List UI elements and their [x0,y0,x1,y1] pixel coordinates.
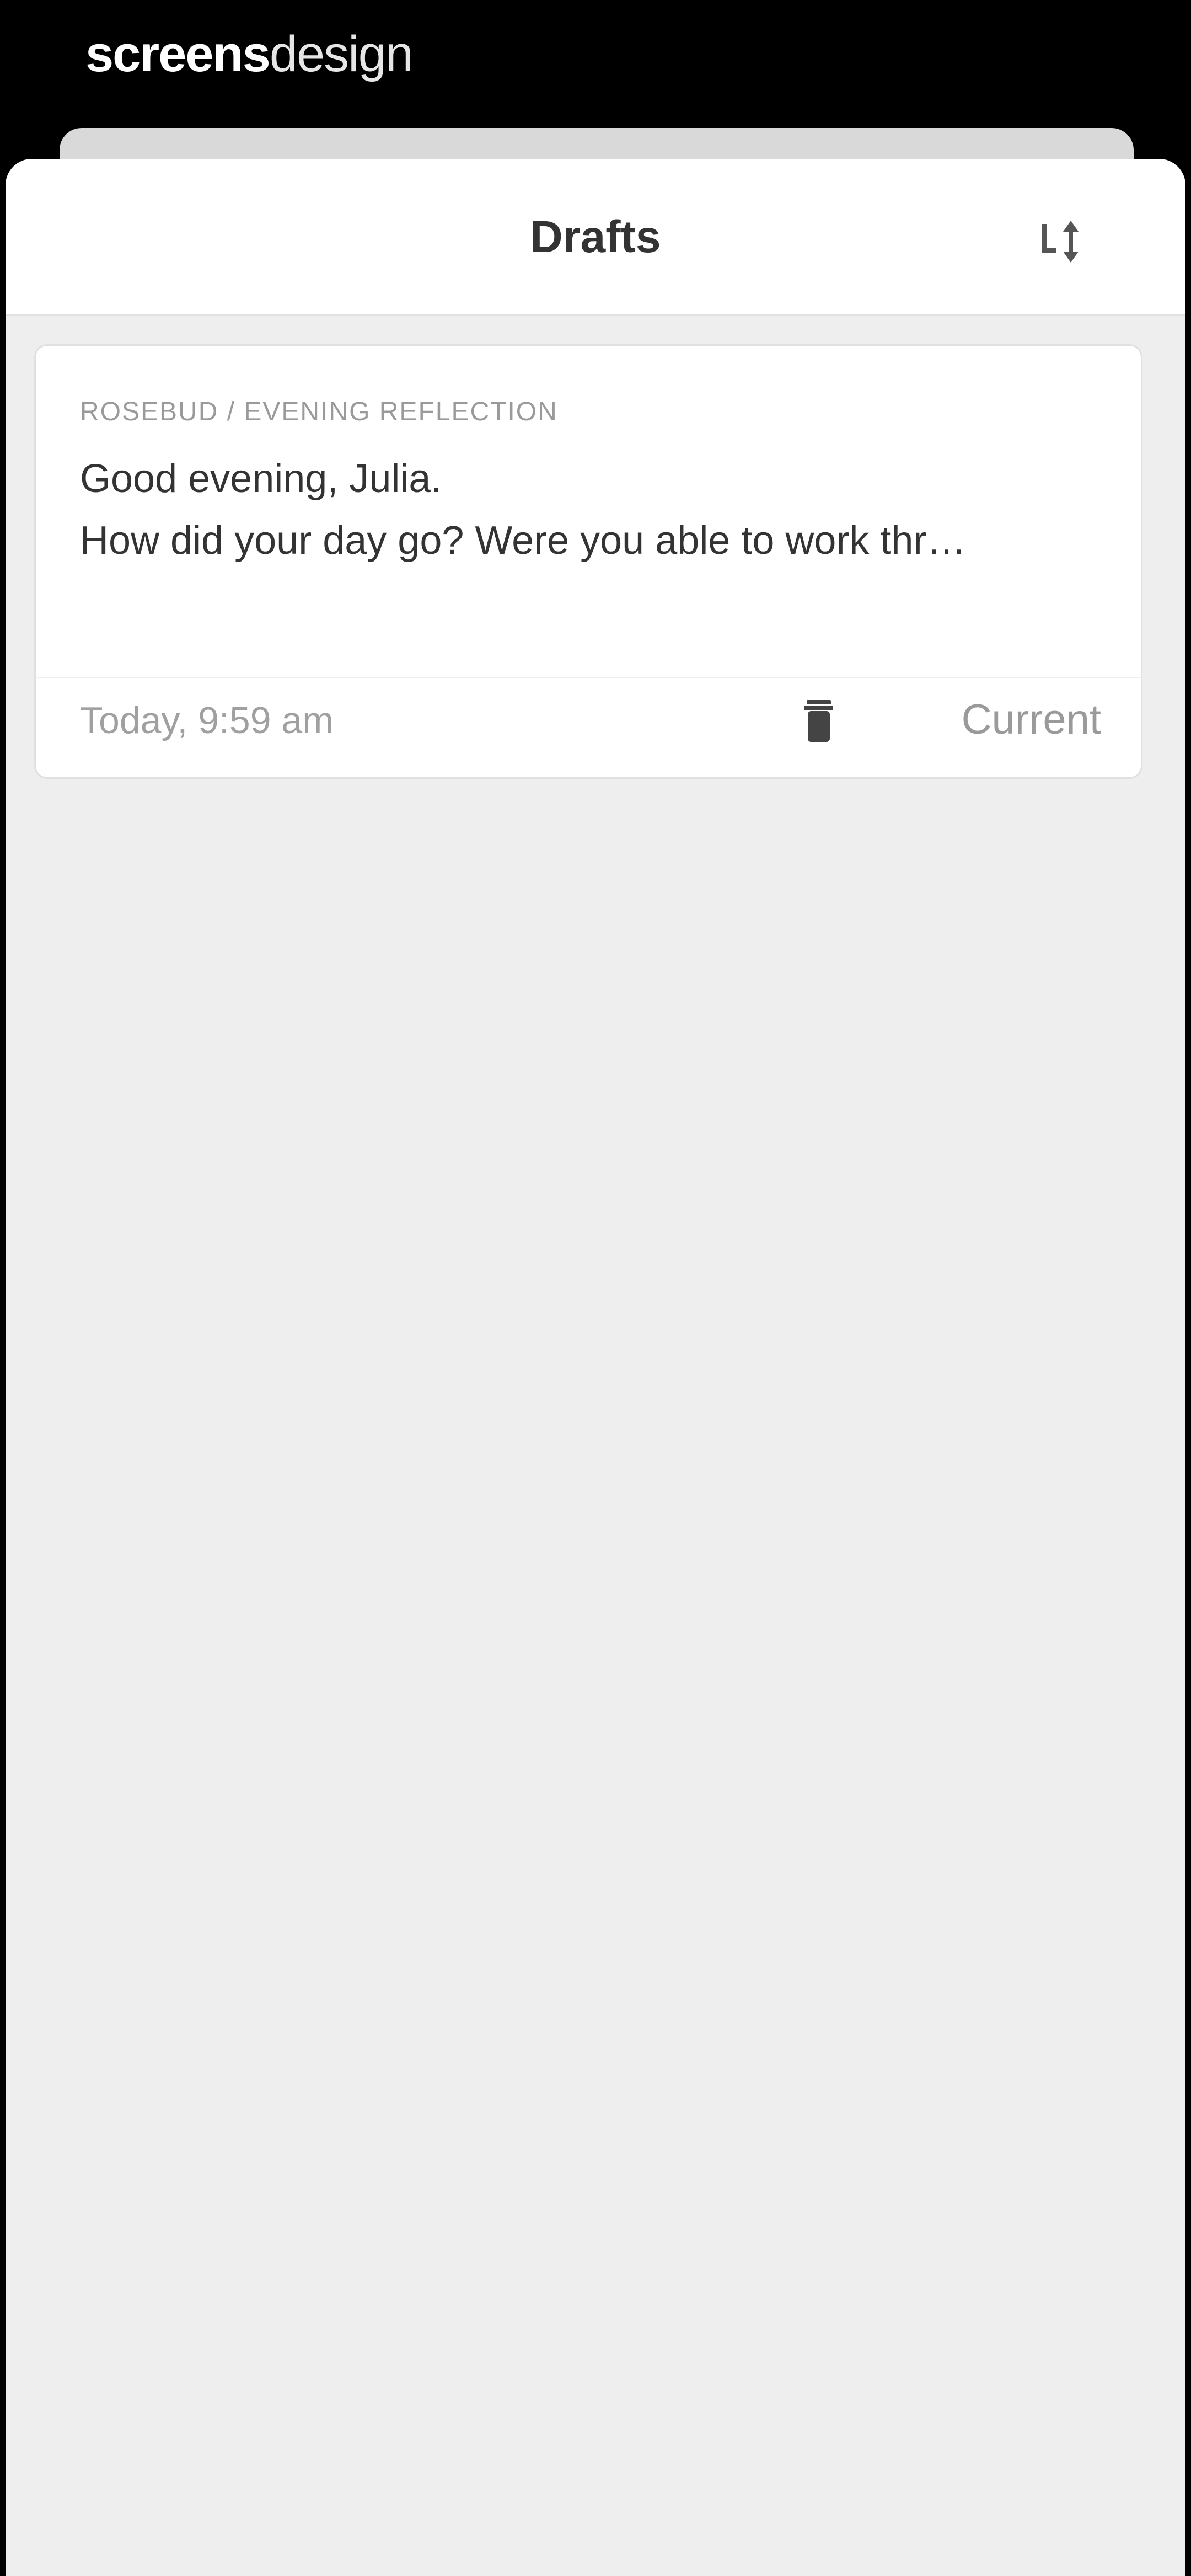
draft-card[interactable]: ROSEBUD / EVENING REFLECTION Good evenin… [34,344,1142,779]
draft-footer: Today, 9:59 am Current [36,677,1141,777]
watermark-bold-text: screens [85,26,271,82]
draft-timestamp: Today, 9:59 am [80,699,334,741]
drafts-sheet: Drafts ROSEBUD / EVENING REFLECTION Good… [6,159,1185,2576]
navigation-bar: Drafts [6,159,1185,316]
sort-icon [1042,221,1079,263]
draft-journal-label: ROSEBUD / EVENING REFLECTION [80,397,558,426]
draft-preview-line-1: Good evening, Julia. [80,457,442,501]
draft-status-label: Current [961,696,1101,743]
app-screen: screensdesign Drafts ROSEBUD / EVENING R… [0,0,1191,2576]
page-title: Drafts [530,212,661,262]
draft-preview: Good evening, Julia. How did your day go… [80,448,1117,571]
screensdesign-watermark: screensdesign [85,21,414,87]
trash-icon [804,700,833,742]
delete-draft-button[interactable] [797,697,841,746]
sort-button[interactable] [1037,214,1092,269]
draft-preview-line-2: How did your day go? Were you able to wo… [80,519,967,563]
watermark-light-text: design [269,26,414,82]
